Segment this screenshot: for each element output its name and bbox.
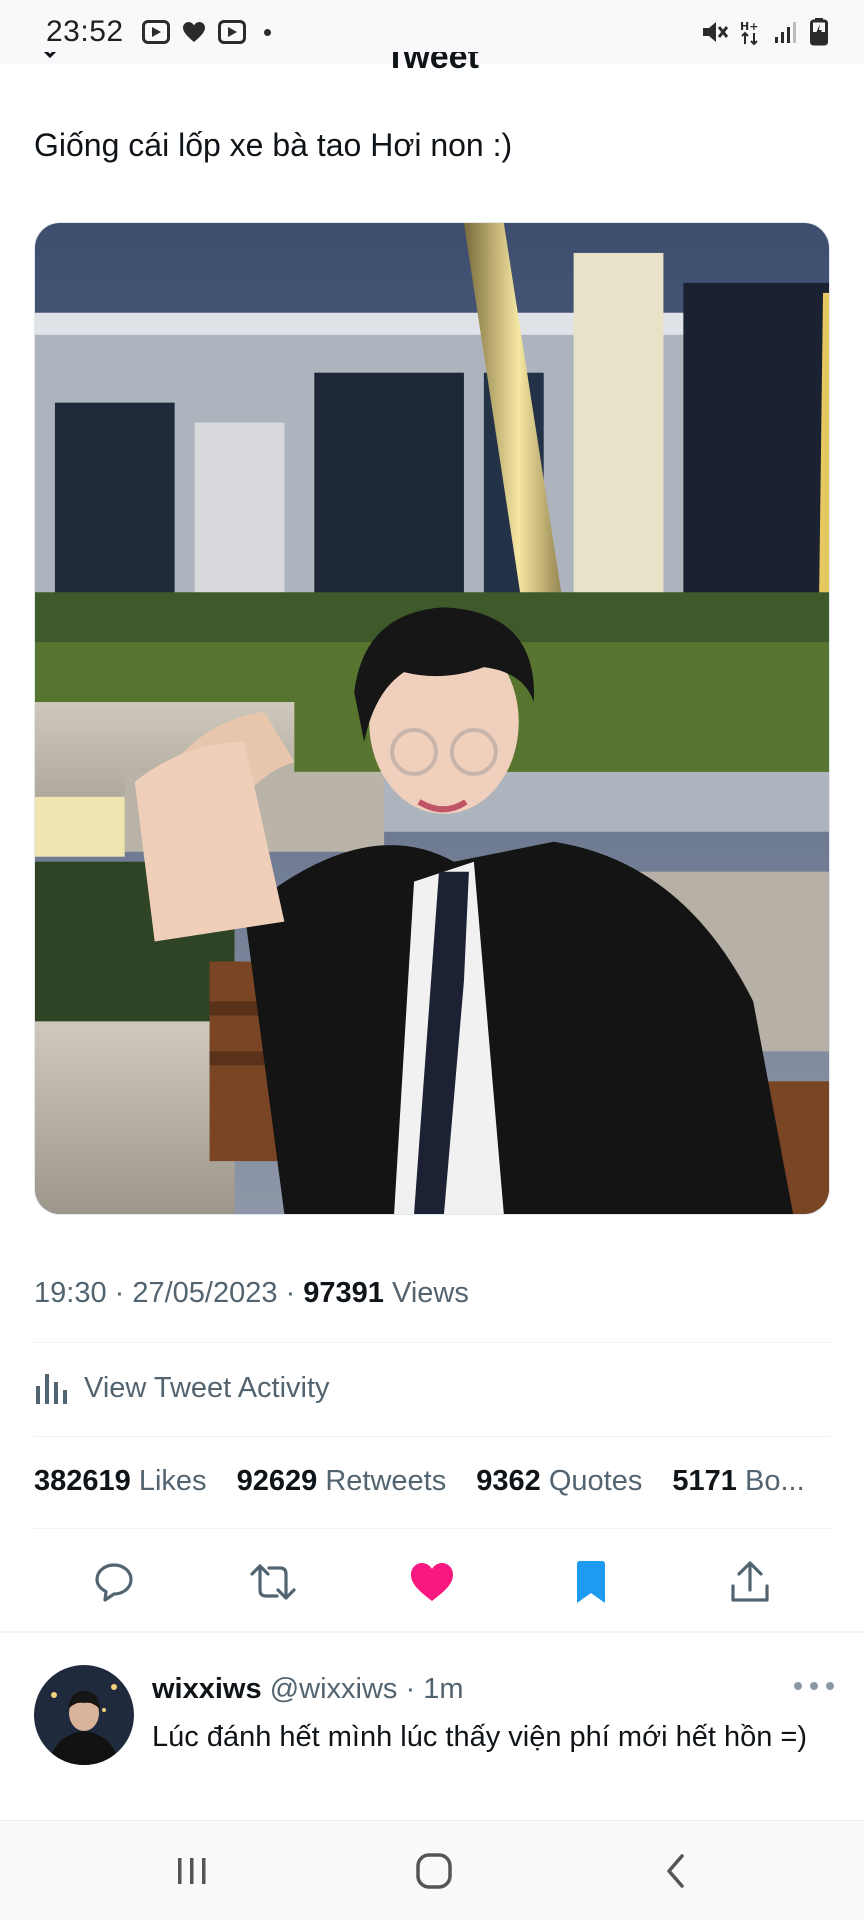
scrolled-header: Tweet [0,52,864,76]
header-title: Tweet [385,52,479,76]
tweet-actions [34,1556,830,1608]
heart-icon [182,22,205,42]
tweet-text: Giống cái lốp xe bà tao Hơi non :) [34,127,513,163]
like-icon [411,1563,453,1601]
navigation-bar [0,1820,864,1920]
youtube-icon [141,20,170,44]
notification-icons [141,20,271,44]
bookmark-icon [577,1561,605,1603]
share-icon [731,1561,769,1602]
share-button[interactable] [724,1556,776,1608]
reply-text: Lúc đánh hết mình lúc thấy viện phí mới … [152,1721,807,1753]
battery-icon [810,18,828,46]
quotes-count: 9362 [476,1465,541,1497]
stat-retweets[interactable]: 92629 Retweets [237,1465,447,1497]
reply-author-name[interactable]: wixxiws [152,1673,262,1705]
like-button[interactable] [406,1556,458,1608]
recents-icon [178,1858,206,1884]
analytics-icon [36,1374,67,1404]
system-icons: H+ [700,18,828,46]
likes-count: 382619 [34,1465,131,1497]
more-notifications-icon [263,28,271,36]
data-arrows-icon: H+ [740,20,758,45]
section-divider [0,1631,864,1633]
bookmark-button[interactable] [565,1556,617,1608]
quotes-label: Quotes [548,1465,643,1497]
view-tweet-activity-button[interactable]: View Tweet Activity [34,1370,330,1406]
tweet-photo[interactable] [34,222,830,1215]
retweets-count: 92629 [236,1465,318,1497]
reply-time: 1m [423,1673,464,1705]
stat-likes[interactable]: 382619 Likes [34,1465,207,1497]
retweet-icon [250,1564,296,1600]
reply-button[interactable] [88,1556,140,1608]
divider [34,1342,830,1343]
back-icon [667,1854,684,1888]
tweet-date: 27/05/2023 [132,1277,278,1309]
youtube-icon [217,20,246,44]
retweet-button[interactable] [247,1556,299,1608]
reply-icon [95,1563,133,1602]
recents-button[interactable] [164,1843,220,1899]
bookmarks-count: 5171 [672,1465,737,1497]
status-time: 23:52 [46,15,124,48]
reply-header: wixxiws @wixxiws · 1m [152,1673,464,1705]
mute-icon [703,22,728,42]
more-options-icon[interactable] [794,1679,834,1693]
home-button[interactable] [406,1843,462,1899]
activity-label: View Tweet Activity [84,1371,330,1404]
reply-author-handle: @wixxiws [269,1673,398,1705]
stat-bookmarks[interactable]: 5171 Bo... [672,1465,804,1497]
stat-quotes[interactable]: 9362 Quotes [476,1465,642,1497]
tweet-meta: 19:30 · 27/05/2023 · 97391 Views [34,1277,469,1309]
back-button[interactable] [648,1843,704,1899]
divider [34,1528,830,1529]
divider [34,1436,830,1437]
avatar[interactable] [34,1665,134,1765]
retweets-label: Retweets [325,1465,447,1497]
views-label: Views [392,1277,469,1309]
likes-label: Likes [138,1465,207,1497]
bookmarks-label: Bo... [745,1465,805,1497]
tweet-stats: 382619 Likes 92629 Retweets 9362 Quotes … [34,1465,834,1498]
svg-text:H+: H+ [740,20,758,33]
tweet-time: 19:30 [34,1277,107,1309]
signal-icon [775,22,796,43]
views-count: 97391 [303,1277,384,1309]
home-icon [416,1853,452,1889]
